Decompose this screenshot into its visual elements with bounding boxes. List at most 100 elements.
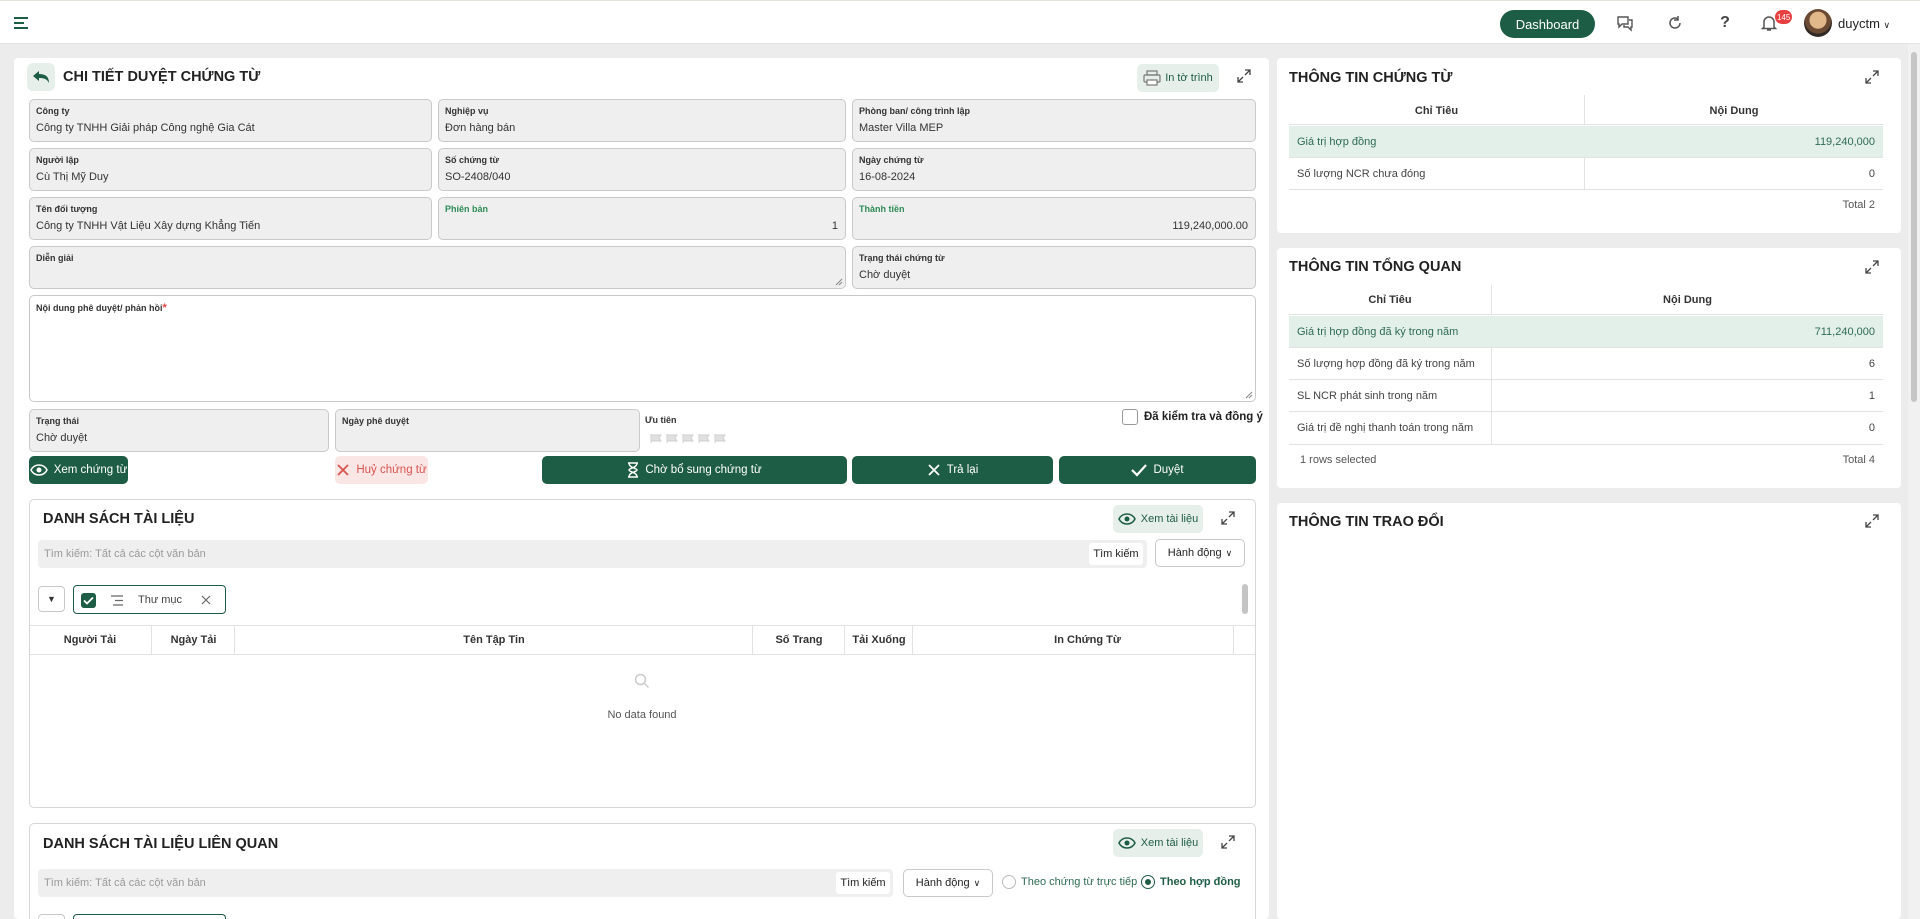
menu-icon[interactable] (12, 15, 30, 31)
page-scrollbar[interactable] (1908, 44, 1920, 919)
folder-group-chip[interactable]: Thư mục (73, 585, 226, 614)
folder-group-chip[interactable] (73, 914, 226, 919)
resize-handle-icon[interactable] (1245, 391, 1253, 399)
doc-date-field[interactable]: Ngày chứng từ 16-08-2024 (852, 148, 1256, 191)
document-list-title: DANH SÁCH TÀI LIỆU (43, 511, 195, 527)
amount-field[interactable]: Thành tiền 119,240,000.00 (852, 197, 1256, 240)
related-list-title: DANH SÁCH TÀI LIỆU LIÊN QUAN (43, 836, 279, 852)
document-table-header: Người Tải Ngày Tải Tên Tập Tin Số Trang … (30, 625, 1255, 655)
help-icon[interactable]: ? (1715, 13, 1735, 33)
action-dropdown[interactable]: Hành động ∨ (903, 869, 993, 897)
row-label: Số lượng NCR chưa đóng (1297, 168, 1426, 180)
column-header[interactable]: Ngày Tải (153, 634, 234, 646)
back-button[interactable] (27, 63, 55, 91)
search-button[interactable]: Tìm kiếm (836, 872, 890, 894)
related-search-input[interactable]: Tìm kiếm: Tất cả các cột văn bản Tìm kiế… (38, 869, 893, 897)
view-document-button[interactable]: Xem chứng từ (29, 456, 128, 484)
return-button[interactable]: Trả lại (852, 456, 1053, 484)
search-button[interactable]: Tìm kiếm (1089, 543, 1143, 565)
agree-checkbox[interactable] (1122, 409, 1138, 425)
business-field[interactable]: Nghiệp vụ Đơn hàng bán (438, 99, 846, 142)
table-row[interactable]: Giá trị đề nghị thanh toán trong năm 0 (1289, 412, 1883, 445)
close-icon[interactable] (201, 595, 211, 605)
creator-field[interactable]: Người lập Cù Thị Mỹ Duy (29, 148, 432, 191)
column-header[interactable]: Nội Dung (1585, 105, 1883, 117)
table-row[interactable]: SL NCR phát sinh trong năm 1 (1289, 380, 1883, 412)
expand-icon[interactable] (1864, 259, 1880, 275)
overview-total: Total 4 (1842, 454, 1875, 466)
radio-contract-label: Theo hợp đồng (1160, 876, 1241, 888)
column-header[interactable]: Tên Tập Tin (236, 634, 752, 646)
table-row[interactable]: Giá trị hợp đồng đã ký trong năm 711,240… (1289, 316, 1883, 348)
eye-icon (1117, 837, 1136, 849)
department-field[interactable]: Phòng ban/ công trình lập Master Villa M… (852, 99, 1256, 142)
row-value: 711,240,000 (1814, 326, 1875, 338)
expand-icon[interactable] (1864, 513, 1880, 529)
eye-icon (29, 464, 48, 476)
view-related-label: Xem tài liệu (1140, 837, 1199, 849)
avatar[interactable] (1804, 9, 1832, 37)
refresh-icon[interactable] (1665, 13, 1685, 33)
flag-icon[interactable] (698, 434, 711, 443)
flag-icon[interactable] (666, 434, 679, 443)
view-files-button[interactable]: Xem tài liệu (1113, 505, 1203, 533)
overview-table-header: Chỉ Tiêu Nội Dung (1289, 285, 1883, 315)
column-divider (1491, 348, 1492, 380)
partner-field[interactable]: Tên đối tượng Công ty TNHH Vật Liệu Xây … (29, 197, 432, 240)
version-field[interactable]: Phiên bản 1 (438, 197, 846, 240)
description-textarea[interactable]: Diễn giải (29, 246, 846, 289)
doc-status-field[interactable]: Trạng thái chứng từ Chờ duyệt (852, 246, 1256, 289)
username-menu[interactable]: duyctm ∨ (1838, 16, 1890, 31)
table-row[interactable]: Số lượng hợp đồng đã ký trong năm 6 (1289, 348, 1883, 380)
radio-contract[interactable] (1141, 875, 1155, 889)
chat-icon[interactable] (1615, 13, 1635, 33)
print-button[interactable]: In tờ trình (1137, 64, 1219, 92)
expand-icon[interactable] (1236, 68, 1252, 84)
flag-icon[interactable] (682, 434, 695, 443)
expand-icon[interactable] (1220, 510, 1236, 526)
table-row[interactable]: Giá trị hợp đồng 119,240,000 (1289, 126, 1883, 158)
column-header[interactable]: Tải Xuống (846, 634, 912, 646)
column-header[interactable]: In Chứng Từ (914, 634, 1261, 646)
dashboard-button[interactable]: Dashboard (1500, 10, 1595, 38)
doc-number-field[interactable]: Số chứng từ SO-2408/040 (438, 148, 846, 191)
page-title: CHI TIẾT DUYỆT CHỨNG TỪ (63, 69, 261, 85)
radio-direct-doc[interactable] (1002, 875, 1016, 889)
wait-supplement-button[interactable]: Chờ bổ sung chứng từ (542, 456, 847, 484)
column-header[interactable]: Chỉ Tiêu (1289, 294, 1491, 306)
resize-handle-icon[interactable] (835, 278, 843, 286)
cancel-document-button[interactable]: Huỷ chứng từ (335, 456, 428, 484)
group-toggle-button[interactable]: ▼ (38, 586, 65, 612)
expand-icon[interactable] (1864, 69, 1880, 85)
page-scroll-thumb[interactable] (1911, 52, 1917, 402)
document-search-input[interactable]: Tìm kiếm: Tất cả các cột văn bản Tìm kiế… (38, 540, 1147, 568)
flag-icon[interactable] (714, 434, 727, 443)
column-header[interactable]: Người Tải (40, 634, 140, 646)
priority-rating[interactable] (650, 434, 727, 443)
row-label: Giá trị hợp đồng đã ký trong năm (1297, 326, 1459, 338)
view-related-files-button[interactable]: Xem tài liệu (1113, 829, 1203, 857)
company-field[interactable]: Công ty Công ty TNHH Giải pháp Công nghệ… (29, 99, 432, 142)
chip-checkbox[interactable] (81, 593, 96, 608)
approve-button[interactable]: Duyệt (1059, 456, 1256, 484)
column-header[interactable]: Số Trang (754, 634, 844, 646)
close-icon (928, 464, 940, 476)
status-field[interactable]: Trạng thái Chờ duyệt (29, 409, 329, 452)
list-scroll-thumb[interactable] (1242, 584, 1248, 614)
flag-icon[interactable] (650, 434, 663, 443)
feedback-textarea[interactable]: Nội dung phê duyệt/ phản hồi* (29, 295, 1256, 402)
action-dropdown[interactable]: Hành động ∨ (1155, 539, 1245, 567)
feedback-label-text: Nội dung phê duyệt/ phản hồi (36, 303, 163, 313)
approve-date-field[interactable]: Ngày phê duyệt (335, 409, 640, 452)
expand-icon[interactable] (1220, 834, 1236, 850)
group-toggle-button[interactable] (38, 914, 65, 919)
amount-value: 119,240,000.00 (1172, 220, 1248, 232)
department-value: Master Villa MEP (859, 122, 944, 134)
table-row[interactable]: Số lượng NCR chưa đóng 0 (1289, 158, 1883, 190)
notification-badge: 145 (1775, 10, 1793, 24)
column-header[interactable]: Nội Dung (1492, 294, 1883, 306)
approve-label: Duyệt (1153, 464, 1184, 476)
status-value: Chờ duyệt (36, 432, 88, 444)
printer-icon (1143, 70, 1161, 86)
column-header[interactable]: Chỉ Tiêu (1289, 105, 1584, 117)
